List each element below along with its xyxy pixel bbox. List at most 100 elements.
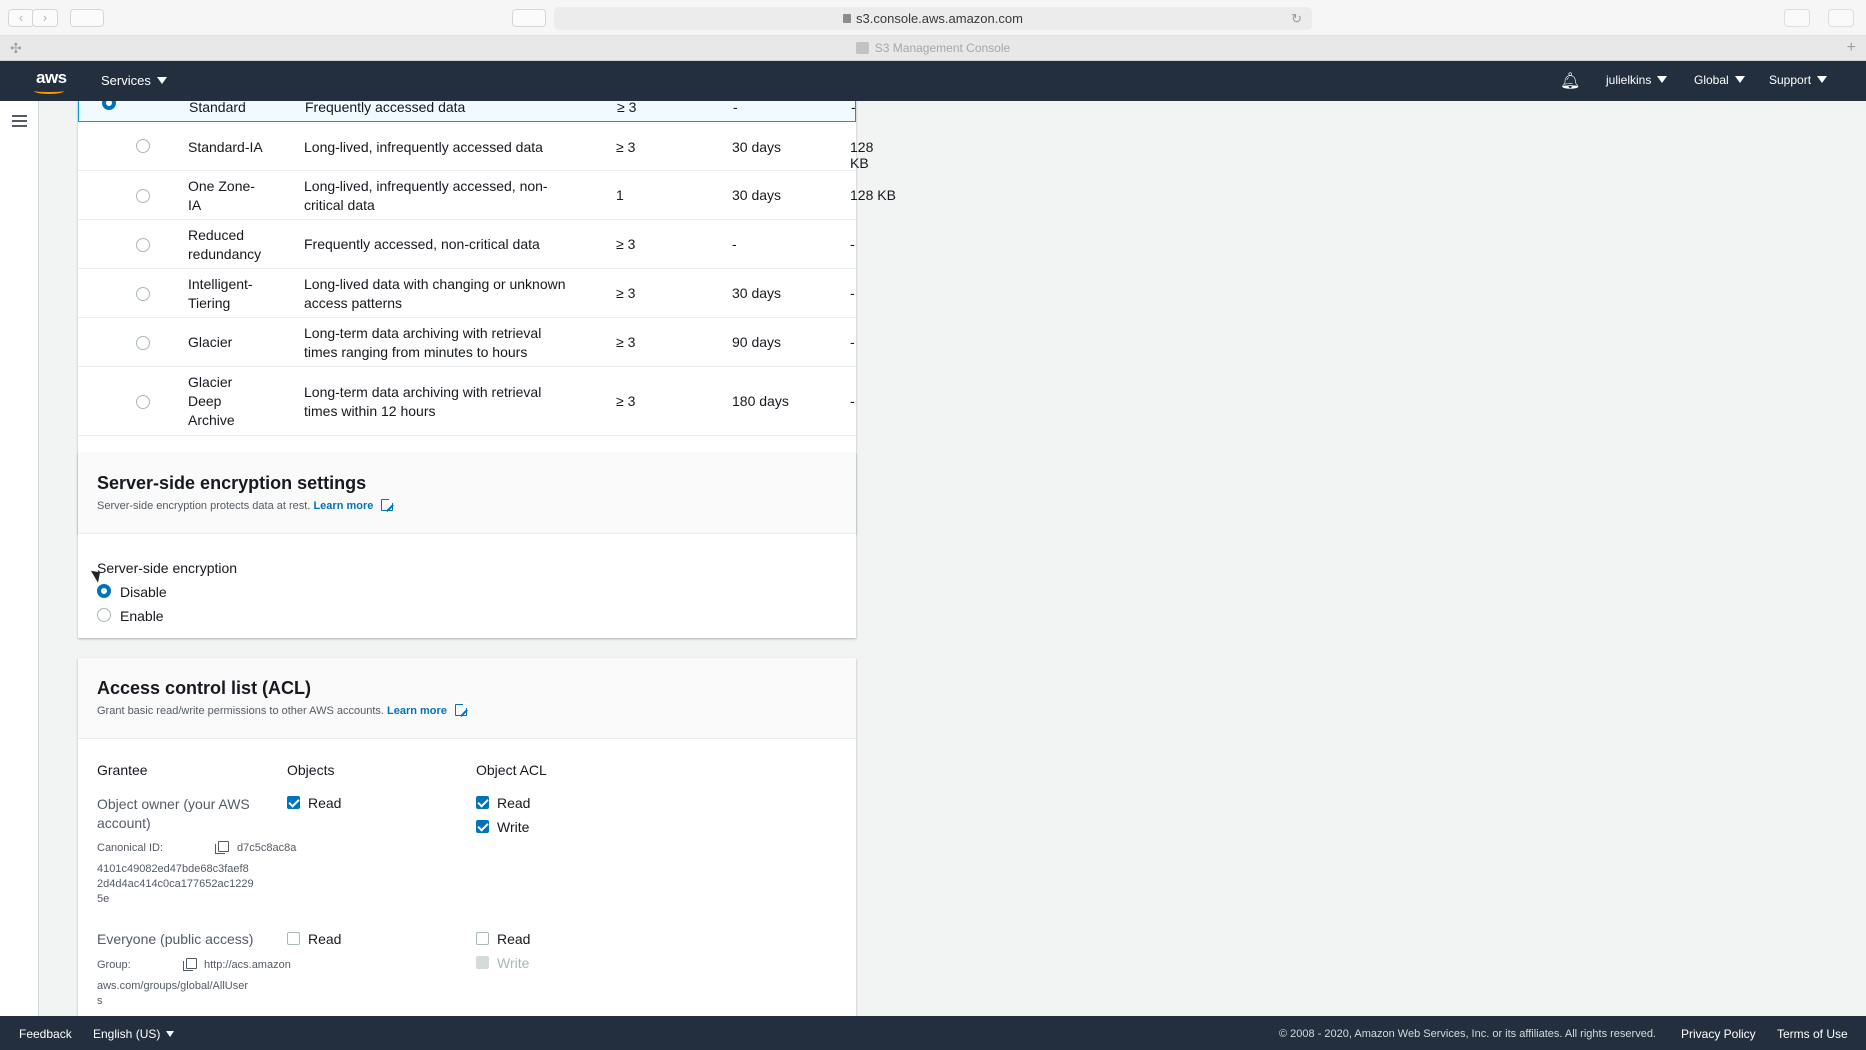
owner-acl-read-checkbox[interactable] bbox=[476, 796, 489, 809]
storage-class-az: ≥ 3 bbox=[616, 334, 636, 350]
tab-title: S3 Management Console bbox=[874, 41, 1011, 55]
encryption-disable-label[interactable]: Disable bbox=[120, 584, 167, 600]
back-button[interactable]: ‹ bbox=[8, 9, 34, 27]
storage-class-description: Long-lived data with changing or unknown… bbox=[304, 275, 566, 311]
owner-acl-write-checkbox[interactable] bbox=[476, 820, 489, 833]
everyone-acl-write-checkbox[interactable] bbox=[476, 956, 489, 969]
storage-class-description: Frequently accessed, non-critical data bbox=[304, 236, 540, 252]
acl-title: Access control list (ACL) bbox=[97, 678, 312, 698]
encryption-learn-more-link[interactable]: Learn more bbox=[313, 500, 373, 512]
storage-class-min-duration: 180 days bbox=[732, 393, 789, 409]
support-label: Support bbox=[1769, 73, 1812, 87]
table-row[interactable]: One Zone- IA Long-lived, infrequently acc… bbox=[78, 171, 896, 220]
reader-button[interactable] bbox=[512, 9, 546, 27]
external-link-icon[interactable] bbox=[381, 497, 396, 511]
table-row[interactable]: Intelligent- Tiering Long-lived data with… bbox=[78, 269, 856, 318]
copy-icon[interactable] bbox=[183, 958, 197, 971]
region-menu[interactable]: Global bbox=[1694, 73, 1745, 87]
notifications-bell-icon[interactable]: 🔔︎ bbox=[1560, 71, 1580, 91]
language-selector[interactable]: English (US) bbox=[93, 1027, 175, 1041]
everyone-acl-read-label: Read bbox=[497, 931, 531, 947]
caret-down-icon bbox=[1817, 76, 1828, 83]
table-row[interactable]: Glacier Long-term data archiving with ret… bbox=[78, 318, 856, 367]
owner-grantee-name: Object owner (your AWS account) bbox=[97, 796, 250, 831]
services-menu[interactable]: Services bbox=[101, 73, 167, 88]
everyone-objects-read-checkbox[interactable] bbox=[287, 932, 300, 945]
acl-subtitle: Grant basic read/write permissions to ot… bbox=[97, 705, 384, 717]
aws-top-nav: aws Services 🔔︎ julielkins Global Suppor… bbox=[0, 61, 1866, 101]
owner-objects-read-checkbox[interactable] bbox=[287, 796, 300, 809]
storage-class-radio[interactable] bbox=[136, 188, 150, 203]
storage-class-radio[interactable] bbox=[136, 139, 150, 153]
objects-column-header: Objects bbox=[287, 762, 335, 778]
terms-of-use-link[interactable]: Terms of Use bbox=[1777, 1027, 1848, 1041]
acl-panel: Access control list (ACL) Grant basic re… bbox=[78, 658, 856, 1016]
storage-class-name: Standard bbox=[189, 101, 246, 115]
storage-class-az: ≥ 3 bbox=[616, 285, 636, 301]
encryption-enable-label[interactable]: Enable bbox=[120, 608, 164, 624]
storage-class-radio[interactable] bbox=[136, 394, 150, 409]
storage-class-min-size: - bbox=[851, 101, 856, 115]
owner-acl-read-label: Read bbox=[497, 795, 531, 811]
canonical-id-label: Canonical ID: bbox=[97, 842, 164, 854]
encryption-disable-radio[interactable] bbox=[97, 584, 111, 598]
storage-class-description: Frequently accessed data bbox=[305, 101, 466, 115]
privacy-policy-link[interactable]: Privacy Policy bbox=[1681, 1027, 1756, 1041]
support-menu[interactable]: Support bbox=[1769, 73, 1828, 87]
encryption-field-label: Server-side encryption bbox=[97, 560, 238, 576]
acl-header: Access control list (ACL) Grant basic re… bbox=[78, 658, 856, 739]
group-value: http://acs.amazon bbox=[204, 959, 291, 971]
storage-class-radio[interactable] bbox=[102, 101, 116, 110]
browser-toolbar: ‹ › s3.console.aws.amazon.com ↻ bbox=[0, 0, 1866, 36]
storage-class-description: Long-term data archiving with retrieval … bbox=[304, 383, 542, 419]
storage-class-min-duration: - bbox=[732, 236, 737, 252]
storage-class-radio[interactable] bbox=[136, 286, 150, 301]
forward-button[interactable]: › bbox=[32, 9, 58, 27]
storage-class-name: Standard-IA bbox=[188, 139, 263, 155]
storage-class-min-size: - bbox=[850, 285, 855, 301]
encryption-settings-panel: Server-side encryption settings Server-s… bbox=[78, 453, 856, 638]
storage-class-az: 1 bbox=[616, 187, 624, 203]
everyone-objects-read-label: Read bbox=[308, 931, 342, 947]
account-label: julielkins bbox=[1606, 73, 1652, 87]
table-row[interactable]: Standard-IA Long-lived, infrequently acc… bbox=[78, 122, 873, 171]
canonical-id-value: d7c5c8ac8a bbox=[237, 842, 297, 854]
everyone-acl-read-checkbox[interactable] bbox=[476, 932, 489, 945]
object-acl-column-header: Object ACL bbox=[476, 762, 547, 778]
storage-class-min-duration: 30 days bbox=[732, 139, 782, 155]
grantee-column-header: Grantee bbox=[97, 762, 148, 778]
table-row[interactable]: Reduced redundancy Frequently accessed, n… bbox=[78, 220, 856, 269]
feedback-link[interactable]: Feedback bbox=[19, 1027, 72, 1041]
aws-logo[interactable]: aws bbox=[36, 68, 67, 88]
storage-class-description: Long-lived, infrequently accessed, non- … bbox=[304, 177, 548, 213]
storage-class-az: ≥ 3 bbox=[616, 393, 636, 409]
everyone-acl-write-label: Write bbox=[497, 955, 530, 971]
tab-active[interactable]: S3 Management Console bbox=[0, 41, 1866, 55]
external-link-icon[interactable] bbox=[454, 702, 469, 716]
copy-icon[interactable] bbox=[215, 841, 229, 854]
encryption-title: Server-side encryption settings bbox=[97, 473, 367, 493]
storage-class-min-size: - bbox=[850, 334, 855, 350]
storage-class-az: ≥ 3 bbox=[616, 236, 636, 252]
account-menu[interactable]: julielkins bbox=[1606, 73, 1668, 87]
sidebar-toggle-button[interactable] bbox=[70, 9, 104, 27]
storage-class-description: Long-term data archiving with retrieval … bbox=[304, 324, 542, 360]
tabs-overview-button[interactable] bbox=[1828, 9, 1854, 27]
storage-class-radio[interactable] bbox=[136, 237, 150, 252]
storage-class-radio[interactable] bbox=[136, 335, 150, 350]
table-row[interactable]: Standard Frequently accessed data ≥ 3 - … bbox=[78, 101, 856, 122]
acl-learn-more-link[interactable]: Learn more bbox=[387, 705, 447, 717]
address-bar[interactable]: s3.console.aws.amazon.com ↻ bbox=[554, 7, 1312, 30]
caret-down-icon bbox=[166, 1031, 175, 1037]
share-button[interactable] bbox=[1784, 9, 1810, 27]
storage-class-az: ≥ 3 bbox=[617, 101, 637, 115]
menu-hamburger-icon[interactable] bbox=[12, 115, 27, 130]
caret-down-icon bbox=[1657, 76, 1668, 83]
encryption-enable-radio[interactable] bbox=[97, 608, 111, 622]
table-row[interactable]: Glacier Deep Archive Long-term data archi… bbox=[78, 367, 856, 436]
new-tab-icon[interactable]: + bbox=[1847, 39, 1856, 57]
storage-class-name: Intelligent- Tiering bbox=[188, 275, 253, 311]
tab-bar: ✣ S3 Management Console + bbox=[0, 36, 1866, 61]
encryption-subtitle: Server-side encryption protects data at … bbox=[97, 500, 311, 512]
reload-icon[interactable]: ↻ bbox=[1291, 7, 1302, 30]
